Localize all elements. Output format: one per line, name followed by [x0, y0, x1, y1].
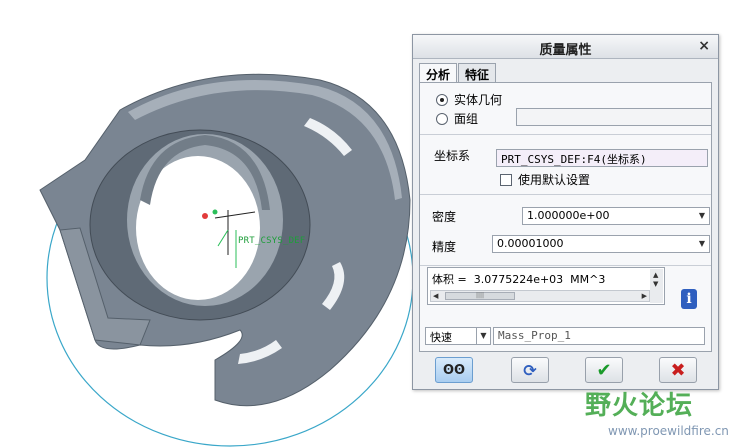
scroll-thumb[interactable]: |||| [445, 292, 515, 300]
accuracy-label-row: 精度 [432, 238, 456, 255]
scroll-down-icon[interactable]: ▼ [653, 280, 658, 288]
mode-value: 快速 [430, 331, 452, 344]
info-icon[interactable]: i [681, 289, 697, 309]
watermark-url: www.proewildfire.cn [608, 424, 729, 438]
dialog-title: 质量属性 [539, 43, 592, 58]
scroll-right-icon[interactable]: ▶ [642, 292, 647, 300]
tab-feature[interactable]: 特征 [458, 63, 497, 83]
divider [420, 194, 711, 195]
use-default-checkbox[interactable] [500, 173, 512, 186]
watermark-title: 野火论坛 [585, 391, 694, 421]
vertical-scrollbar[interactable]: ▲ ▼ [650, 269, 663, 303]
dialog-titlebar[interactable]: 质量属性 × [413, 35, 718, 59]
use-default-row[interactable]: 使用默认设置 [500, 171, 590, 188]
analysis-panel: 实体几何 面组 坐标系 PRT_CSYS_DEF:F4(坐标系) 使用默认设置 … [419, 82, 712, 352]
preview-glasses-icon: ʘʘ [442, 362, 466, 378]
cancel-x-icon: ✖ [670, 359, 686, 381]
density-label: 密度 [432, 210, 457, 224]
accuracy-dropdown[interactable]: 0.00001000 ▼ [492, 235, 710, 253]
repeat-button[interactable]: ⟳ [511, 357, 549, 383]
divider [420, 134, 711, 135]
radio-solid-geometry[interactable]: 实体几何 [436, 91, 502, 108]
mass-properties-dialog: 质量属性 × 分析 特征 实体几何 面组 坐标系 PRT_CSYS_DEF:F4… [412, 34, 719, 390]
csys-label: PRT_CSYS_DEF [238, 236, 306, 246]
chevron-down-icon[interactable]: ▼ [695, 236, 709, 252]
radio-button-selected[interactable] [436, 93, 448, 106]
divider [420, 265, 711, 266]
scroll-up-icon[interactable]: ▲ [653, 271, 658, 279]
csys-label-row: 坐标系 [434, 147, 470, 164]
scroll-left-icon[interactable]: ◀ [433, 292, 438, 300]
analysis-name-field[interactable]: Mass_Prop_1 [493, 327, 705, 345]
ok-button[interactable]: ✔ [585, 357, 623, 383]
accuracy-label: 精度 [432, 240, 457, 254]
density-dropdown[interactable]: 1.000000e+00 ▼ [522, 207, 710, 225]
density-label-row: 密度 [432, 208, 456, 225]
use-default-label: 使用默认设置 [518, 173, 591, 187]
results-area[interactable]: 体积 = 3.0775224e+03 MM^3 ◀ |||| ▶ ▲ ▼ [427, 267, 665, 305]
tab-analysis[interactable]: 分析 [419, 63, 458, 84]
preview-button[interactable]: ʘʘ [435, 357, 473, 383]
radio-label-quilt: 面组 [454, 112, 479, 126]
repeat-arrows-icon: ⟳ [523, 360, 537, 380]
close-icon[interactable]: × [698, 38, 710, 54]
csys-selector-field[interactable]: PRT_CSYS_DEF:F4(坐标系) [496, 149, 708, 167]
radio-label-solid: 实体几何 [454, 93, 503, 107]
tab-bar: 分析 特征 [419, 63, 497, 84]
chevron-down-icon[interactable]: ▼ [476, 328, 490, 344]
cancel-button[interactable]: ✖ [659, 357, 697, 383]
horizontal-scrollbar[interactable]: ◀ |||| ▶ [430, 290, 650, 302]
quilt-selector-field[interactable] [516, 108, 712, 126]
radio-quilt[interactable]: 面组 [436, 110, 478, 127]
radio-button[interactable] [436, 112, 448, 125]
mode-dropdown[interactable]: 快速 ▼ [425, 327, 491, 345]
accuracy-value: 0.00001000 [497, 237, 564, 250]
volume-result: 体积 = 3.0775224e+03 MM^3 [432, 273, 606, 286]
density-value: 1.000000e+00 [527, 209, 610, 222]
csys-field-label: 坐标系 [434, 149, 471, 163]
ok-check-icon: ✔ [596, 359, 612, 381]
chevron-down-icon[interactable]: ▼ [695, 208, 709, 224]
